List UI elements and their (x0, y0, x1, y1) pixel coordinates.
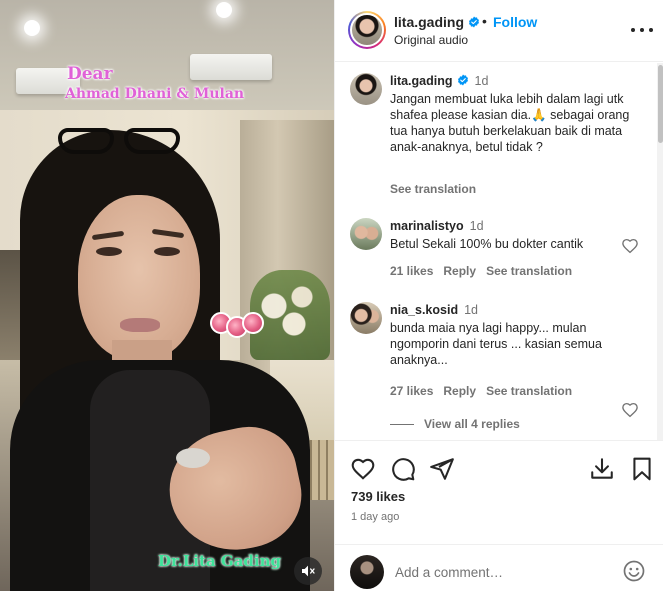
caption-see-translation[interactable]: See translation (390, 182, 476, 196)
share-icon[interactable] (429, 456, 455, 482)
author-username-text[interactable]: lita.gading (394, 14, 464, 30)
comment-username[interactable]: nia_s.kosid (390, 303, 458, 317)
flower-vase (250, 270, 330, 360)
comment-reply-button[interactable]: Reply (443, 384, 476, 398)
air-conditioner (190, 54, 272, 80)
post-date[interactable]: 1 day ago (351, 511, 399, 523)
comment-time[interactable]: 1d (464, 303, 478, 317)
comment-avatar[interactable] (350, 302, 382, 334)
sunglasses-on-head (58, 122, 188, 158)
original-audio-link[interactable]: Original audio (394, 33, 468, 47)
caption-username[interactable]: lita.gading (390, 74, 453, 88)
post-video[interactable]: Dear Ahmad Dhani & Mulan Dr.Lita Gading (0, 0, 334, 591)
post-side-panel: lita.gading • Follow Original audio lita… (334, 0, 663, 591)
header-separator: • (482, 13, 487, 29)
likes-count[interactable]: 739 likes (351, 489, 405, 504)
current-user-avatar (350, 555, 384, 589)
comments-list: lita.gading 1d Jangan membuat luka lebih … (335, 63, 657, 440)
ceiling-light (24, 20, 40, 36)
follow-button[interactable]: Follow (493, 14, 537, 30)
scrollbar-thumb[interactable] (658, 65, 663, 143)
overlay-signature-text: Dr.Lita Gading (158, 552, 281, 570)
post-actions: 739 likes 1 day ago (335, 440, 663, 591)
comment-text: Betul Sekali 100% bu dokter cantik (390, 237, 584, 251)
speaker-muted-icon (302, 565, 315, 577)
comments-scrollbar[interactable] (657, 63, 663, 440)
verified-badge-icon (469, 16, 479, 28)
comment-avatar[interactable] (350, 218, 382, 250)
emoji-icon[interactable] (622, 559, 646, 583)
video-ceiling (0, 0, 334, 120)
like-comment-heart-icon[interactable] (621, 237, 639, 255)
post-header: lita.gading • Follow Original audio (335, 0, 663, 62)
view-replies-label[interactable]: View all 4 replies (424, 417, 520, 431)
comment-meta: 27 likes Reply See translation (390, 384, 582, 398)
mute-button[interactable] (294, 557, 322, 585)
comment-text: bunda maia nya lagi happy... mulan ngomp… (390, 321, 602, 367)
comment-likes[interactable]: 21 likes (390, 264, 433, 278)
rose-sticker-icon (242, 312, 264, 334)
comment-see-translation[interactable]: See translation (486, 384, 572, 398)
like-comment-heart-icon[interactable] (621, 401, 639, 419)
comment-reply-button[interactable]: Reply (443, 264, 476, 278)
overlay-names-text: Ahmad Dhani & Mulan (65, 86, 245, 102)
author-username[interactable]: lita.gading (394, 14, 480, 30)
download-icon[interactable] (589, 456, 615, 482)
person-nails (176, 448, 210, 468)
add-comment-row (335, 544, 663, 592)
overlay-dear-text: Dear (67, 64, 113, 84)
comment-see-translation[interactable]: See translation (486, 264, 572, 278)
author-avatar[interactable] (348, 11, 386, 49)
view-replies-button[interactable]: View all 4 replies (390, 417, 520, 431)
replies-divider-line (390, 423, 414, 425)
verified-badge-icon (457, 74, 468, 86)
heart-icon[interactable] (350, 456, 376, 482)
add-comment-input[interactable] (395, 561, 605, 583)
comment-likes[interactable]: 27 likes (390, 384, 433, 398)
comment-username[interactable]: marinalistyo (390, 219, 464, 233)
caption-text: Jangan membuat luka lebih dalam lagi utk… (390, 92, 630, 154)
instagram-post-view: Dear Ahmad Dhani & Mulan Dr.Lita Gading … (0, 0, 663, 591)
comment-meta: 21 likes Reply See translation (390, 264, 582, 278)
bookmark-icon[interactable] (629, 456, 655, 482)
comment-icon[interactable] (390, 456, 416, 482)
comment-time[interactable]: 1d (470, 219, 484, 233)
ceiling-light (216, 2, 232, 18)
person-face (78, 195, 200, 360)
caption-time[interactable]: 1d (475, 74, 489, 88)
caption-avatar[interactable] (350, 73, 382, 105)
more-options-icon[interactable] (631, 22, 653, 38)
